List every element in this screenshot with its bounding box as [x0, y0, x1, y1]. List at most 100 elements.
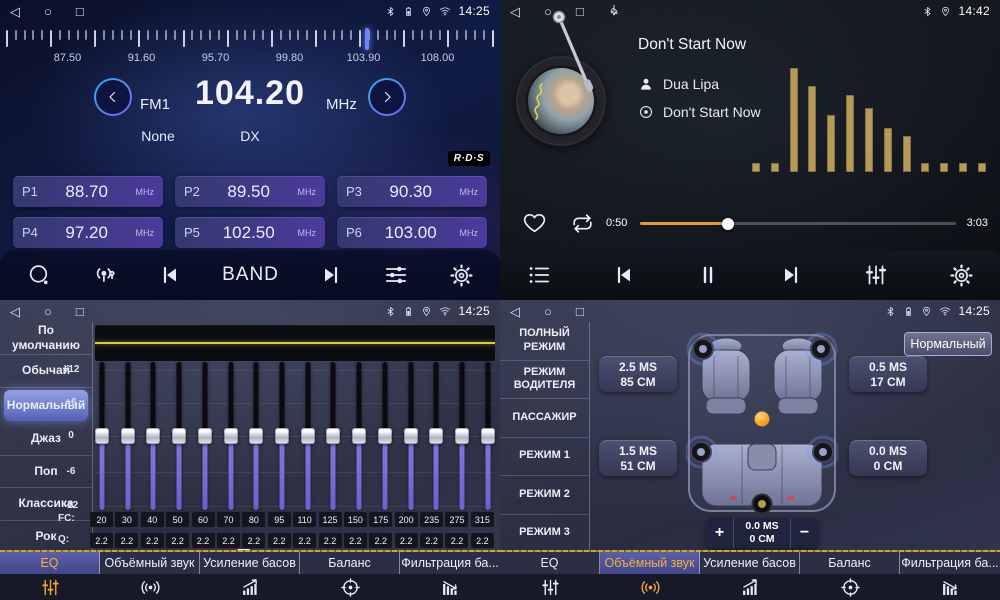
- scan-search-icon[interactable]: [26, 262, 52, 288]
- delay-rear-left-button[interactable]: 1.5 MS 51 CM: [599, 440, 677, 476]
- eq-band-slider[interactable]: [404, 362, 418, 510]
- nav-recents-icon[interactable]: □: [76, 5, 84, 18]
- listening-mode-item[interactable]: РЕЖИМ 2: [500, 476, 589, 515]
- preset-unit: MHz: [136, 228, 155, 238]
- slider-handle[interactable]: [146, 428, 160, 444]
- tune-up-button[interactable]: [368, 78, 406, 116]
- eq-band-slider[interactable]: [121, 362, 135, 510]
- eq-band-slider[interactable]: [146, 362, 160, 510]
- sound-profile-button[interactable]: Нормальный: [904, 332, 992, 356]
- playlist-icon[interactable]: [526, 262, 552, 288]
- radio-preset-button[interactable]: P5102.50MHz: [175, 217, 325, 248]
- slider-handle[interactable]: [275, 428, 289, 444]
- next-track-icon[interactable]: [779, 263, 803, 287]
- slider-handle[interactable]: [224, 428, 238, 444]
- slider-handle[interactable]: [404, 428, 418, 444]
- radio-preset-button[interactable]: P188.70MHz: [13, 176, 163, 207]
- tab-bass-boost[interactable]: Усиление басов: [700, 552, 800, 600]
- eq-band-slider[interactable]: [301, 362, 315, 510]
- slider-handle[interactable]: [121, 428, 135, 444]
- tab-balance[interactable]: Баланс: [800, 552, 900, 600]
- slider-handle[interactable]: [95, 428, 109, 444]
- nav-back-icon[interactable]: ◁: [510, 5, 520, 18]
- nav-recents-icon[interactable]: □: [76, 305, 84, 318]
- tab-surround-sound[interactable]: Объёмный звук: [100, 552, 200, 600]
- eq-band-slider[interactable]: [95, 362, 109, 510]
- listening-mode-item[interactable]: РЕЖИМ 1: [500, 438, 589, 477]
- slider-handle[interactable]: [172, 428, 186, 444]
- dial-frequency-label: 91.60: [128, 52, 156, 64]
- eq-band-slider[interactable]: [378, 362, 392, 510]
- delay-increase-button[interactable]: +: [706, 518, 733, 548]
- nav-home-icon[interactable]: ○: [544, 5, 552, 18]
- eq-band-slider[interactable]: [481, 362, 495, 510]
- nav-back-icon[interactable]: ◁: [10, 305, 20, 318]
- radio-preset-button[interactable]: P390.30MHz: [337, 176, 487, 207]
- nav-home-icon[interactable]: ○: [44, 305, 52, 318]
- nav-recents-icon[interactable]: □: [576, 5, 584, 18]
- slider-handle[interactable]: [481, 428, 495, 444]
- delay-decrease-button[interactable]: −: [791, 518, 818, 548]
- dial-tick: [474, 30, 476, 40]
- favorite-heart-icon[interactable]: [522, 210, 547, 235]
- seek-bar[interactable]: [640, 222, 956, 225]
- repeat-icon[interactable]: [570, 211, 595, 236]
- tab-eq-sliders[interactable]: EQ: [0, 552, 100, 600]
- tab-surround-sound[interactable]: Объёмный звук: [600, 552, 700, 600]
- delay-front-left-button[interactable]: 2.5 MS 85 CM: [599, 356, 677, 392]
- slider-handle[interactable]: [378, 428, 392, 444]
- q-value: 2.2: [115, 533, 138, 548]
- nav-back-icon[interactable]: ◁: [10, 5, 20, 18]
- radio-preset-button[interactable]: P497.20MHz: [13, 217, 163, 248]
- eq-band-slider[interactable]: [172, 362, 186, 510]
- eq-band-slider[interactable]: [326, 362, 340, 510]
- subwoofer[interactable]: [753, 495, 772, 514]
- eq-band-slider[interactable]: [455, 362, 469, 510]
- radio-preset-button[interactable]: P289.50MHz: [175, 176, 325, 207]
- listening-position-marker[interactable]: [755, 412, 770, 427]
- nav-recents-icon[interactable]: □: [576, 305, 584, 318]
- slider-handle[interactable]: [455, 428, 469, 444]
- settings-gear-icon[interactable]: [949, 263, 974, 288]
- audio-settings-icon[interactable]: [383, 262, 409, 288]
- slider-handle[interactable]: [198, 428, 212, 444]
- eq-preset-item[interactable]: По умолчанию: [0, 322, 92, 355]
- eq-band-slider[interactable]: [198, 362, 212, 510]
- previous-track-icon[interactable]: [612, 263, 636, 287]
- listening-mode-item[interactable]: ПАССАЖИР: [500, 399, 589, 438]
- eq-band-slider[interactable]: [429, 362, 443, 510]
- eq-band-slider[interactable]: [249, 362, 263, 510]
- tab-filter[interactable]: Фильтрация ба...: [900, 552, 1000, 600]
- slider-handle[interactable]: [249, 428, 263, 444]
- pause-icon[interactable]: [696, 263, 720, 287]
- eq-band-slider[interactable]: [352, 362, 366, 510]
- delay-rear-right-button[interactable]: 0.0 MS 0 CM: [849, 440, 927, 476]
- equalizer-icon[interactable]: [863, 262, 889, 288]
- previous-station-icon[interactable]: [158, 263, 182, 287]
- settings-gear-icon[interactable]: [449, 263, 474, 288]
- slider-handle[interactable]: [326, 428, 340, 444]
- slider-handle[interactable]: [301, 428, 315, 444]
- next-station-icon[interactable]: [319, 263, 343, 287]
- nav-back-icon[interactable]: ◁: [510, 305, 520, 318]
- nav-home-icon[interactable]: ○: [544, 305, 552, 318]
- slider-handle[interactable]: [352, 428, 366, 444]
- tab-eq-sliders[interactable]: EQ: [500, 552, 600, 600]
- listening-mode-item[interactable]: ПОЛНЫЙ РЕЖИМ: [500, 322, 589, 361]
- frequency-dial[interactable]: 87.5091.6095.7099.80103.90108.00: [0, 28, 500, 74]
- broadcast-dx-icon[interactable]: [92, 262, 118, 288]
- listening-mode-item[interactable]: РЕЖИМ ВОДИТЕЛЯ: [500, 361, 589, 400]
- seek-bar-knob[interactable]: [722, 218, 734, 230]
- eq-band-slider[interactable]: [275, 362, 289, 510]
- band-button[interactable]: BAND: [222, 264, 279, 286]
- slider-handle[interactable]: [429, 428, 443, 444]
- nav-home-icon[interactable]: ○: [44, 5, 52, 18]
- tab-bass-boost[interactable]: Усиление басов: [200, 552, 300, 600]
- listening-mode-item[interactable]: РЕЖИМ 3: [500, 515, 589, 553]
- eq-band-slider[interactable]: [224, 362, 238, 510]
- tune-down-button[interactable]: [94, 78, 132, 116]
- radio-preset-button[interactable]: P6103.00MHz: [337, 217, 487, 248]
- tab-balance[interactable]: Баланс: [300, 552, 400, 600]
- delay-front-right-button[interactable]: 0.5 MS 17 CM: [849, 356, 927, 392]
- tab-filter[interactable]: Фильтрация ба...: [400, 552, 500, 600]
